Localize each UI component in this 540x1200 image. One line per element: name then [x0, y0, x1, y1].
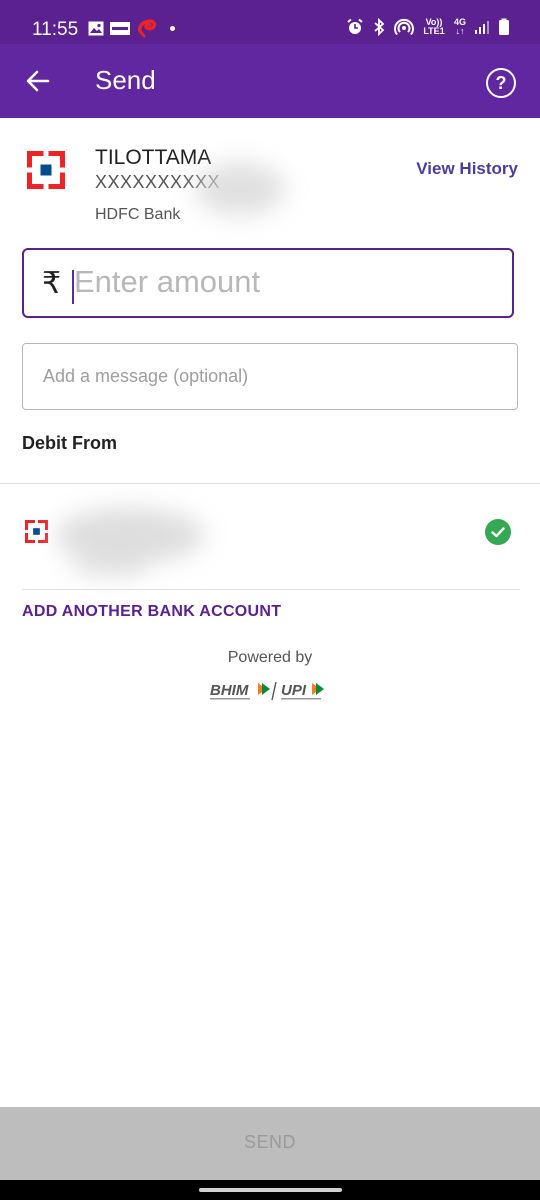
- redaction-blur: [195, 163, 285, 215]
- signal-icon: [475, 21, 489, 34]
- status-bar: 11:55 Vo)) LTE1 4G ↓↑: [0, 0, 540, 44]
- rupee-icon: ₹: [42, 267, 62, 300]
- back-button[interactable]: [20, 61, 56, 101]
- check-circle-icon: [485, 519, 511, 545]
- message-field[interactable]: Add a message (optional): [22, 343, 518, 410]
- network-label-text: Vo)) LTE1: [423, 17, 445, 36]
- payee-bank: HDFC Bank: [95, 206, 181, 223]
- arrow-left-icon: [26, 70, 50, 92]
- powered-by-text: Powered by: [227, 649, 313, 666]
- hdfc-logo-small-icon: [25, 520, 48, 543]
- battery-icon: [499, 18, 509, 35]
- help-circle-icon: ?: [495, 73, 507, 93]
- add-bank-account-link[interactable]: ADD ANOTHER BANK ACCOUNT: [22, 603, 281, 621]
- help-button[interactable]: ?: [486, 68, 516, 98]
- send-button[interactable]: SEND: [0, 1107, 540, 1180]
- amount-input-placeholder[interactable]: Enter amount: [74, 264, 260, 300]
- app-bar: Send ?: [0, 44, 540, 118]
- page-title: Send: [95, 65, 156, 95]
- dot-icon: [170, 25, 175, 31]
- data-arrows-icon: ↓↑: [455, 26, 465, 36]
- upi-logo-text: UPI: [281, 682, 307, 699]
- network-label: Vo)) LTE1: [422, 18, 446, 36]
- airtel-icon: [138, 19, 157, 38]
- system-icons: Vo)) LTE1 4G ↓↑: [346, 18, 510, 36]
- hdfc-logo-icon: [27, 151, 65, 189]
- notification-icons: [88, 18, 175, 38]
- home-gesture-bar[interactable]: [199, 1188, 342, 1192]
- account-divider: [22, 589, 520, 590]
- debit-account-row[interactable]: [0, 484, 540, 588]
- account-redaction-blur: [70, 544, 150, 579]
- hotspot-icon: [394, 18, 414, 36]
- view-history-link[interactable]: View History: [416, 159, 518, 179]
- rcs-icon: [110, 21, 130, 35]
- bhim-logo-text: BHIM: [210, 682, 249, 699]
- alarm-icon: [347, 18, 363, 34]
- navigation-bar: [0, 1180, 540, 1200]
- send-label: SEND: [243, 1132, 296, 1152]
- status-time: 11:55: [32, 19, 79, 40]
- bhim-upi-logo: BHIM UPI: [208, 680, 332, 707]
- message-input-placeholder[interactable]: Add a message (optional): [43, 366, 248, 387]
- network-type: 4G ↓↑: [454, 18, 466, 36]
- debit-from-heading: Debit From: [22, 433, 118, 453]
- amount-field[interactable]: ₹ Enter amount: [22, 248, 514, 318]
- image-icon: [88, 21, 104, 35]
- payee-name: TILOTTAMA: [95, 146, 212, 169]
- bluetooth-icon: [374, 18, 385, 36]
